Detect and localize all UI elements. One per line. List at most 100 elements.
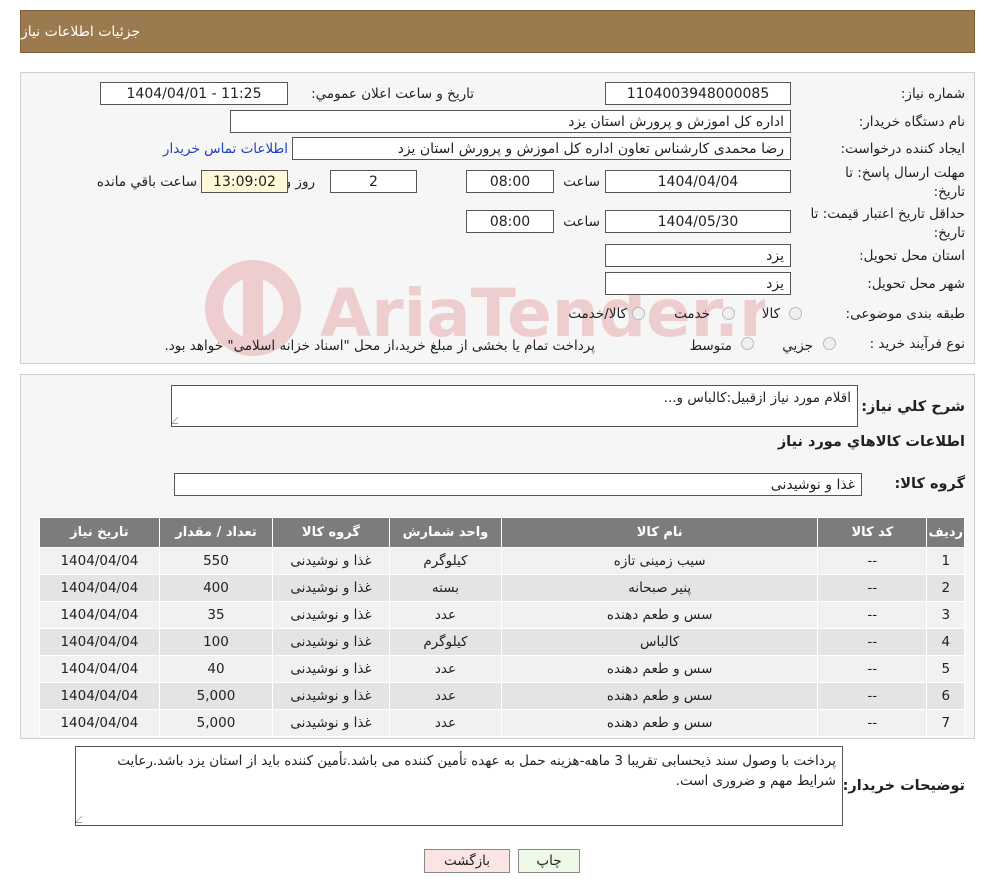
validity-label-line2: تاريخ: (811, 224, 965, 243)
city-field: یزد (605, 272, 791, 295)
days-label: روز و (285, 174, 315, 190)
print-button[interactable]: چاپ (518, 849, 580, 873)
unit-cell: کیلوگرم (389, 629, 502, 656)
summary-text: اقلام مورد نیاز ازقبیل:کالباس و... (664, 390, 851, 406)
category-radio-service[interactable] (722, 307, 735, 320)
col-header-quantity: تعداد / مقدار (159, 518, 272, 548)
items-table-body: 1--سیب زمینی تازهکیلوگرمغذا و نوشیدنی550… (40, 548, 965, 737)
row-number-cell: 7 (927, 710, 965, 737)
process-label: نوع فرآيند خريد : (870, 336, 965, 352)
item-code-cell: -- (818, 602, 927, 629)
item-code-cell: -- (818, 683, 927, 710)
quantity-cell: 5,000 (159, 683, 272, 710)
unit-cell: کیلوگرم (389, 548, 502, 575)
item-name-cell: سس و طعم دهنده (502, 683, 818, 710)
group-cell: غذا و نوشیدنی (273, 602, 389, 629)
item-name-cell: کالباس (502, 629, 818, 656)
item-code-cell: -- (818, 575, 927, 602)
process-radio-medium[interactable] (741, 337, 754, 350)
item-code-cell: -- (818, 629, 927, 656)
unit-cell: بسته (389, 575, 502, 602)
creator-label: ايجاد کننده درخواست: (841, 141, 965, 157)
process-option-minor: جزيي (782, 338, 813, 354)
quantity-cell: 40 (159, 656, 272, 683)
group-cell: غذا و نوشیدنی (273, 629, 389, 656)
unit-cell: عدد (389, 602, 502, 629)
col-header-item-code: کد کالا (818, 518, 927, 548)
validity-time-label: ساعت (563, 214, 600, 230)
table-row: 3--سس و طعم دهندهعددغذا و نوشیدنی351404/… (40, 602, 965, 629)
buyer-contact-link[interactable]: اطلاعات تماس خريدار (163, 141, 288, 157)
page-title: جزئیات اطلاعات نیاز (21, 24, 140, 40)
remaining-time-field: 13:09:02 (201, 170, 288, 193)
province-label: استان محل تحويل: (859, 248, 965, 264)
need-date-cell: 1404/04/04 (40, 683, 160, 710)
category-option-service: خدمت (674, 306, 710, 322)
buyer-notes-label: توضيحات خريدار: (843, 778, 965, 794)
goods-group-label: گروه کالا: (894, 476, 965, 492)
group-cell: غذا و نوشیدنی (273, 575, 389, 602)
items-table: رديف کد کالا نام کالا واحد شمارش گروه کا… (39, 517, 965, 737)
row-number-cell: 6 (927, 683, 965, 710)
unit-cell: عدد (389, 656, 502, 683)
quantity-cell: 5,000 (159, 710, 272, 737)
row-number-cell: 5 (927, 656, 965, 683)
item-name-cell: سس و طعم دهنده (502, 710, 818, 737)
col-header-unit: واحد شمارش (389, 518, 502, 548)
category-radio-goods[interactable] (789, 307, 802, 320)
row-number-cell: 2 (927, 575, 965, 602)
province-field: یزد (605, 244, 791, 267)
table-row: 2--پنیر صبحانهبستهغذا و نوشیدنی4001404/0… (40, 575, 965, 602)
col-header-group: گروه کالا (273, 518, 389, 548)
row-number-cell: 1 (927, 548, 965, 575)
buyer-notes-textarea[interactable]: پرداخت با وصول سند ذیحسابی تقریبا 3 ماهه… (75, 746, 843, 826)
goods-group-field: غذا و نوشیدنی (174, 473, 862, 496)
summary-textarea[interactable]: اقلام مورد نیاز ازقبیل:کالباس و... (171, 385, 858, 427)
buyer-notes-text: پرداخت با وصول سند ذیحسابی تقریبا 3 ماهه… (117, 753, 836, 789)
deadline-time-field: 08:00 (466, 170, 554, 193)
table-row: 6--سس و طعم دهندهعددغذا و نوشیدنی5,00014… (40, 683, 965, 710)
row-number-cell: 4 (927, 629, 965, 656)
process-note: پرداخت تمام يا بخشی از مبلغ خريد،از محل … (164, 338, 595, 354)
table-row: 5--سس و طعم دهندهعددغذا و نوشیدنی401404/… (40, 656, 965, 683)
need-number-field: 1104003948000085 (605, 82, 791, 105)
page-header: جزئیات اطلاعات نیاز (20, 10, 975, 53)
quantity-cell: 550 (159, 548, 272, 575)
validity-time-field: 08:00 (466, 210, 554, 233)
quantity-cell: 400 (159, 575, 272, 602)
need-date-cell: 1404/04/04 (40, 602, 160, 629)
creator-field: رضا محمدی کارشناس تعاون اداره کل اموزش و… (292, 137, 791, 160)
process-radio-minor[interactable] (823, 337, 836, 350)
row-number-cell: 3 (927, 602, 965, 629)
item-code-cell: -- (818, 548, 927, 575)
unit-cell: عدد (389, 710, 502, 737)
validity-label: حداقل تاريخ اعتبار قيمت: تا تاريخ: (811, 205, 965, 243)
item-name-cell: پنیر صبحانه (502, 575, 818, 602)
table-row: 1--سیب زمینی تازهکیلوگرمغذا و نوشیدنی550… (40, 548, 965, 575)
col-header-need-date: تاريخ نياز (40, 518, 160, 548)
need-date-cell: 1404/04/04 (40, 629, 160, 656)
unit-cell: عدد (389, 683, 502, 710)
category-radio-goods-service[interactable] (632, 307, 645, 320)
table-row: 4--کالباسکیلوگرمغذا و نوشیدنی1001404/04/… (40, 629, 965, 656)
col-header-row-number: رديف (927, 518, 965, 548)
col-header-item-name: نام کالا (502, 518, 818, 548)
city-label: شهر محل تحويل: (867, 276, 965, 292)
announce-label: تاريخ و ساعت اعلان عمومي: (311, 86, 474, 102)
validity-label-line1: حداقل تاريخ اعتبار قيمت: تا (811, 205, 965, 224)
buyer-org-field: اداره کل اموزش و پرورش استان یزد (230, 110, 791, 133)
resize-handle-icon[interactable] (75, 816, 89, 823)
item-code-cell: -- (818, 656, 927, 683)
back-button[interactable]: بازگشت (424, 849, 510, 873)
deadline-date-field: 1404/04/04 (605, 170, 791, 193)
item-name-cell: سیب زمینی تازه (502, 548, 818, 575)
group-cell: غذا و نوشیدنی (273, 656, 389, 683)
need-date-cell: 1404/04/04 (40, 656, 160, 683)
item-name-cell: سس و طعم دهنده (502, 656, 818, 683)
need-date-cell: 1404/04/04 (40, 710, 160, 737)
group-cell: غذا و نوشیدنی (273, 548, 389, 575)
summary-label: شرح كلي نياز: (861, 399, 965, 415)
resize-handle-icon[interactable] (171, 417, 185, 424)
category-option-goods: کالا (762, 306, 780, 322)
table-header-row: رديف کد کالا نام کالا واحد شمارش گروه کا… (40, 518, 965, 548)
